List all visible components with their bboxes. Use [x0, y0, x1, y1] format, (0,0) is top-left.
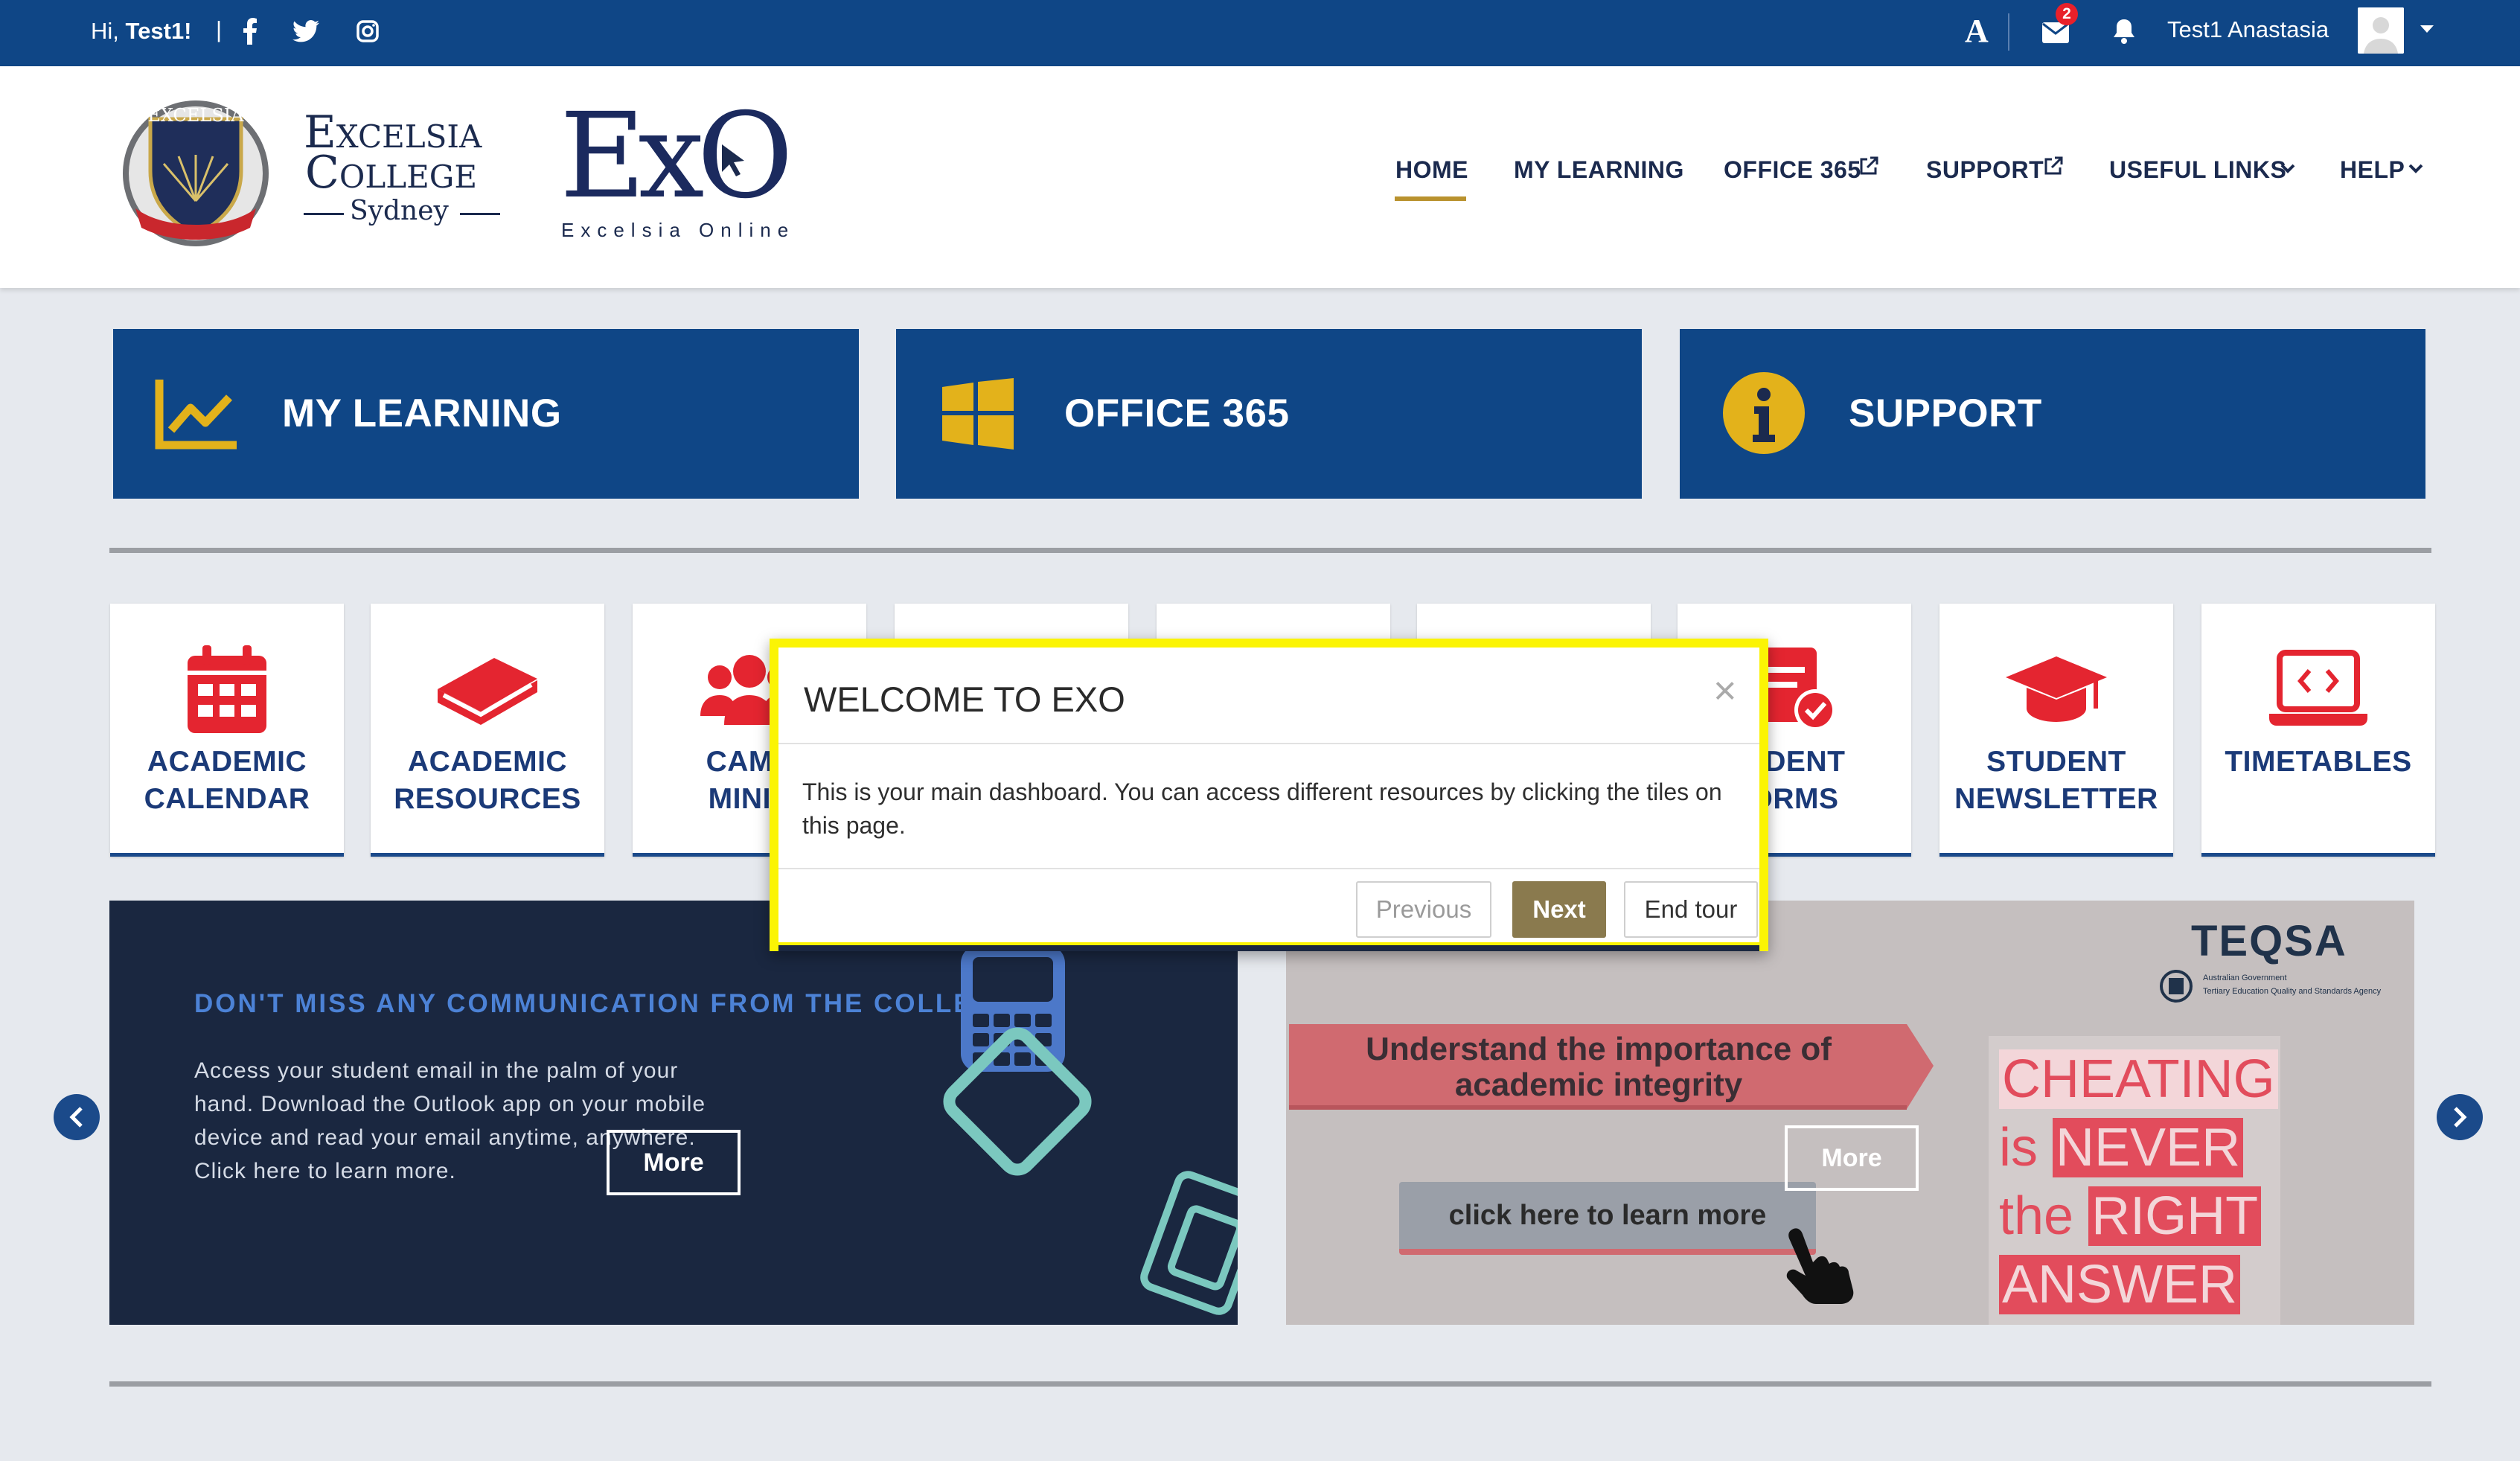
greeting-name: Test1! [125, 18, 192, 44]
nav-my-learning[interactable]: MY LEARNING [1514, 153, 1684, 186]
tablet-outline-icon [928, 1012, 1107, 1195]
tour-header-separator [778, 743, 1759, 744]
nav-useful-links[interactable]: USEFUL LINKS [2109, 153, 2286, 186]
big-tile-office-365[interactable]: OFFICE 365 [896, 329, 1642, 499]
graduation-cap-icon [2001, 641, 2112, 738]
teqsa-logo-text: TEQSA [2191, 917, 2347, 965]
tile-label-line2: CALENDAR [144, 783, 310, 815]
tile-label-line2: NEWSLETTER [1954, 783, 2158, 815]
big-tile-label: OFFICE 365 [1064, 391, 1290, 435]
info-icon [1723, 372, 1805, 458]
tile-label-line1: ACADEMIC [147, 746, 307, 778]
topbar-divider [2008, 13, 2009, 51]
close-icon[interactable]: × [1713, 668, 1737, 713]
windows-icon [942, 378, 1014, 453]
tile-label-line1: TIMETABLES [2225, 746, 2412, 778]
tour-footer-separator [778, 868, 1759, 869]
facebook-icon[interactable] [240, 16, 260, 46]
calendar-icon [171, 641, 283, 738]
tile-label-line2: RESOURCES [394, 783, 581, 815]
laptop-outline-icon [1129, 1169, 1238, 1325]
user-name[interactable]: Test1 Anastasia [2167, 13, 2329, 46]
tile-label-line1: ACADEMIC [407, 746, 568, 778]
learn-more-text: click here to learn more [1448, 1200, 1767, 1231]
tour-title: WELCOME TO EXO [804, 680, 1125, 719]
tour-next-button[interactable]: Next [1512, 881, 1606, 938]
hand-pointer-icon [1777, 1222, 1859, 1308]
college-crest-logo[interactable]: EXCELSIA [119, 97, 272, 250]
greeting: Hi, Test1! [91, 18, 192, 44]
line-chart-icon [155, 377, 238, 455]
tile-label-line1: STUDENT [1986, 746, 2126, 778]
external-link-icon [2044, 156, 2063, 179]
chevron-down-icon [2408, 164, 2423, 178]
banner-outlook[interactable]: DON'T MISS ANY COMMUNICATION FROM THE CO… [109, 901, 1238, 1325]
cursor-arrow-icon [719, 143, 749, 182]
tour-previous-button[interactable]: Previous [1356, 881, 1491, 938]
accessibility-font-icon[interactable]: A [1965, 9, 1989, 54]
topbar-separator: | [216, 16, 223, 42]
chevron-down-icon [2280, 164, 2295, 178]
gov-line1: Australian Government [2203, 974, 2287, 982]
nav-support[interactable]: SUPPORT [1926, 153, 2044, 186]
twitter-icon[interactable] [290, 16, 322, 46]
logo-college-line2: College [305, 147, 477, 199]
tile-student-newsletter[interactable]: STUDENT NEWSLETTER [1939, 604, 2173, 857]
bell-icon[interactable] [2109, 16, 2139, 46]
carousel-prev-button[interactable] [54, 1094, 100, 1140]
section-divider-bottom [109, 1381, 2431, 1387]
tile-academic-calendar[interactable]: ACADEMIC CALENDAR [110, 604, 344, 857]
sign-text: CHEATING is NEVER the RIGHT ANSWER [1999, 1045, 2278, 1319]
nav-office-365[interactable]: OFFICE 365 [1724, 153, 1861, 186]
banner-academic-integrity[interactable]: TEQSA Australian Government Tertiary Edu… [1286, 901, 2414, 1325]
banner1-heading: DON'T MISS ANY COMMUNICATION FROM THE CO… [194, 989, 1016, 1018]
nav-help[interactable]: HELP [2340, 153, 2405, 186]
instagram-icon[interactable] [353, 16, 383, 46]
tile-academic-resources[interactable]: ACADEMIC RESOURCES [371, 604, 604, 857]
coat-of-arms-icon [2155, 968, 2197, 1008]
banner2-more-button[interactable]: More [1785, 1125, 1919, 1191]
nav-active-underline [1395, 196, 1466, 201]
book-icon [432, 641, 543, 738]
nav-home[interactable]: HOME [1395, 153, 1468, 186]
laptop-code-icon [2262, 641, 2374, 738]
external-link-icon [1859, 156, 1878, 179]
mail-count-badge: 2 [2056, 3, 2078, 25]
ribbon-text: Understand the importance of academic in… [1366, 1031, 1832, 1103]
logo-rule-left [304, 213, 344, 215]
tour-body: This is your main dashboard. You can acc… [802, 779, 1722, 839]
tile-timetables[interactable]: TIMETABLES [2201, 604, 2435, 857]
big-tile-my-learning[interactable]: MY LEARNING [113, 329, 859, 499]
exo-logo[interactable]: ExO [560, 97, 793, 216]
gov-line2: Tertiary Education Quality and Standards… [2203, 987, 2382, 996]
avatar[interactable] [2358, 7, 2404, 54]
logo-rule-right [460, 213, 500, 215]
big-tile-label: SUPPORT [1849, 391, 2042, 435]
logo-college-line3: Sydney [350, 196, 449, 226]
crest-text: EXCELSIA [147, 105, 244, 126]
exo-logo-subtitle: Excelsia Online [561, 219, 796, 241]
caret-down-icon[interactable] [2419, 24, 2435, 38]
big-tile-support[interactable]: SUPPORT [1680, 329, 2425, 499]
tour-bottom-edge [778, 945, 1759, 951]
section-divider [109, 548, 2431, 553]
top-bar: Hi, Test1! | A 2 Test1 Anastasia [0, 0, 2520, 66]
banner1-more-button[interactable]: More [607, 1130, 741, 1195]
tour-popup: WELCOME TO EXO × This is your main dashb… [770, 639, 1768, 951]
carousel-next-button[interactable] [2437, 1094, 2483, 1140]
tour-end-button[interactable]: End tour [1624, 881, 1758, 938]
big-tile-label: MY LEARNING [282, 391, 562, 435]
